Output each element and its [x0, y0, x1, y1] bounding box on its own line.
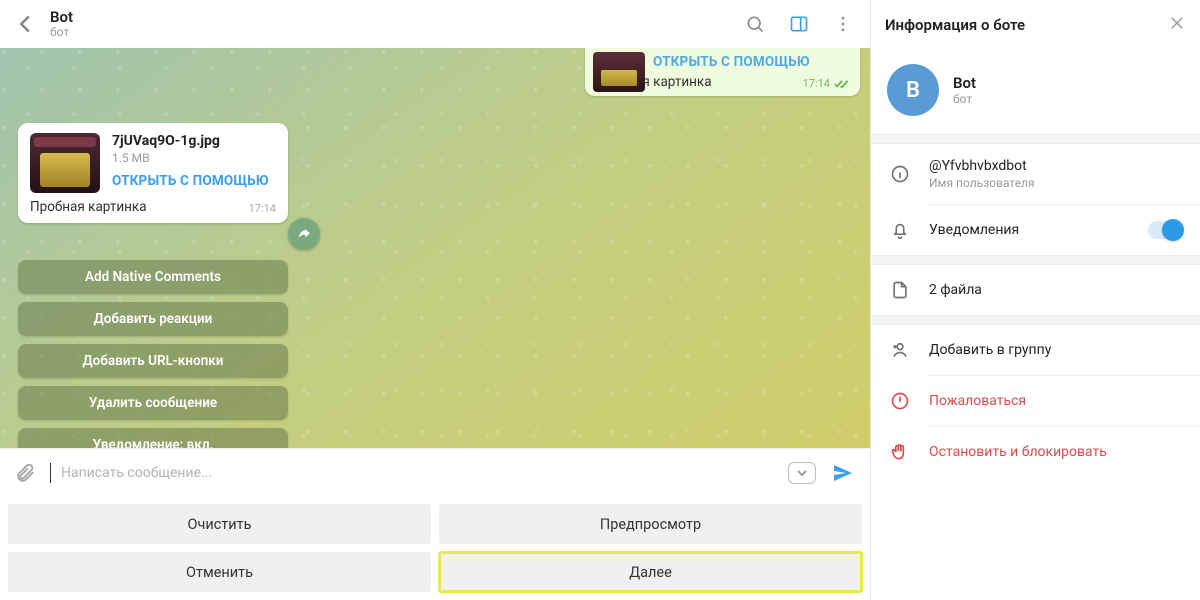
file-size: 1.5 MB	[112, 151, 269, 165]
outgoing-time: 17:14	[803, 77, 830, 90]
text-caret	[50, 463, 51, 483]
incoming-thumbnail[interactable]	[30, 133, 100, 193]
incoming-caption: Пробная картинка	[30, 199, 147, 215]
next-button[interactable]: Далее	[439, 552, 862, 592]
add-to-group-row[interactable]: Добавить в группу	[871, 325, 1200, 375]
username-row[interactable]: @Yfvbhvbxdbot Имя пользователя	[871, 144, 1200, 204]
add-to-group-label: Добавить в группу	[929, 342, 1051, 358]
chat-title: Bot	[50, 9, 73, 25]
outgoing-thumbnail[interactable]	[593, 52, 645, 92]
read-ticks-icon	[834, 79, 850, 89]
action-add-reactions[interactable]: Добавить реакции	[18, 302, 288, 336]
preview-button[interactable]: Предпросмотр	[439, 504, 862, 544]
files-label: 2 файла	[929, 282, 982, 298]
file-icon	[889, 279, 911, 301]
add-user-icon	[889, 339, 911, 361]
action-add-url-buttons[interactable]: Добавить URL-кнопки	[18, 344, 288, 378]
stop-block-label: Остановить и блокировать	[929, 444, 1107, 460]
notifications-label: Уведомления	[929, 222, 1019, 238]
info-icon	[889, 163, 911, 185]
open-with-link[interactable]: ОТКРЫТЬ С ПОМОЩЬЮ	[653, 54, 850, 70]
report-label: Пожаловаться	[929, 393, 1026, 409]
back-button[interactable]	[10, 9, 40, 39]
profile-block[interactable]: B Bot бот	[871, 50, 1200, 134]
message-input[interactable]	[61, 458, 778, 488]
sidebar-toggle-icon[interactable]	[782, 7, 816, 41]
avatar: B	[887, 64, 939, 116]
action-delete-message[interactable]: Удалить сообщение	[18, 386, 288, 420]
action-notifications-on[interactable]: Уведомление: вкл.	[18, 428, 288, 448]
incoming-time: 17:14	[249, 202, 276, 215]
search-icon[interactable]	[738, 7, 772, 41]
report-row[interactable]: Пожаловаться	[871, 376, 1200, 426]
close-icon[interactable]	[1168, 14, 1186, 36]
outgoing-message[interactable]: ОТКРЫТЬ С ПОМОЩЬЮ Пробная картинка 17:14	[585, 48, 860, 96]
stop-block-row[interactable]: Остановить и блокировать	[871, 427, 1200, 477]
alert-icon	[889, 390, 911, 412]
hand-icon	[889, 441, 911, 463]
open-with-link[interactable]: ОТКРЫТЬ С ПОМОЩЬЮ	[112, 173, 269, 189]
attach-icon[interactable]	[10, 458, 40, 488]
profile-name: Bot	[953, 74, 976, 92]
notifications-toggle[interactable]	[1148, 221, 1182, 239]
file-name: 7jUVaq9O-1g.jpg	[112, 133, 269, 149]
forward-button[interactable]	[288, 218, 320, 250]
clear-button[interactable]: Очистить	[8, 504, 431, 544]
username-caption: Имя пользователя	[929, 176, 1035, 190]
send-button[interactable]	[826, 456, 860, 490]
files-row[interactable]: 2 файла	[871, 265, 1200, 315]
emoji-picker-button[interactable]	[788, 462, 816, 484]
profile-sub: бот	[953, 92, 976, 106]
cancel-button[interactable]: Отменить	[8, 552, 431, 592]
footer-buttons: Очистить Предпросмотр Отменить Далее	[0, 496, 870, 600]
bot-actions: Add Native Comments Добавить реакции Доб…	[18, 260, 288, 448]
chat-subtitle: бот	[50, 25, 73, 39]
info-panel-title: Информация о боте	[885, 16, 1025, 34]
notifications-row: Уведомления	[871, 205, 1200, 255]
bell-icon	[889, 219, 911, 241]
more-icon[interactable]	[826, 7, 860, 41]
composer	[0, 448, 870, 496]
action-add-native-comments[interactable]: Add Native Comments	[18, 260, 288, 294]
incoming-message[interactable]: 7jUVaq9O-1g.jpg 1.5 MB ОТКРЫТЬ С ПОМОЩЬЮ…	[18, 123, 288, 223]
username-text: @Yfvbhvbxdbot	[929, 158, 1035, 174]
info-panel: Информация о боте B Bot бот @Yfvbhvbxdbo…	[870, 0, 1200, 600]
chat-topbar: Bot бот	[0, 0, 870, 48]
chat-title-block[interactable]: Bot бот	[50, 9, 73, 39]
